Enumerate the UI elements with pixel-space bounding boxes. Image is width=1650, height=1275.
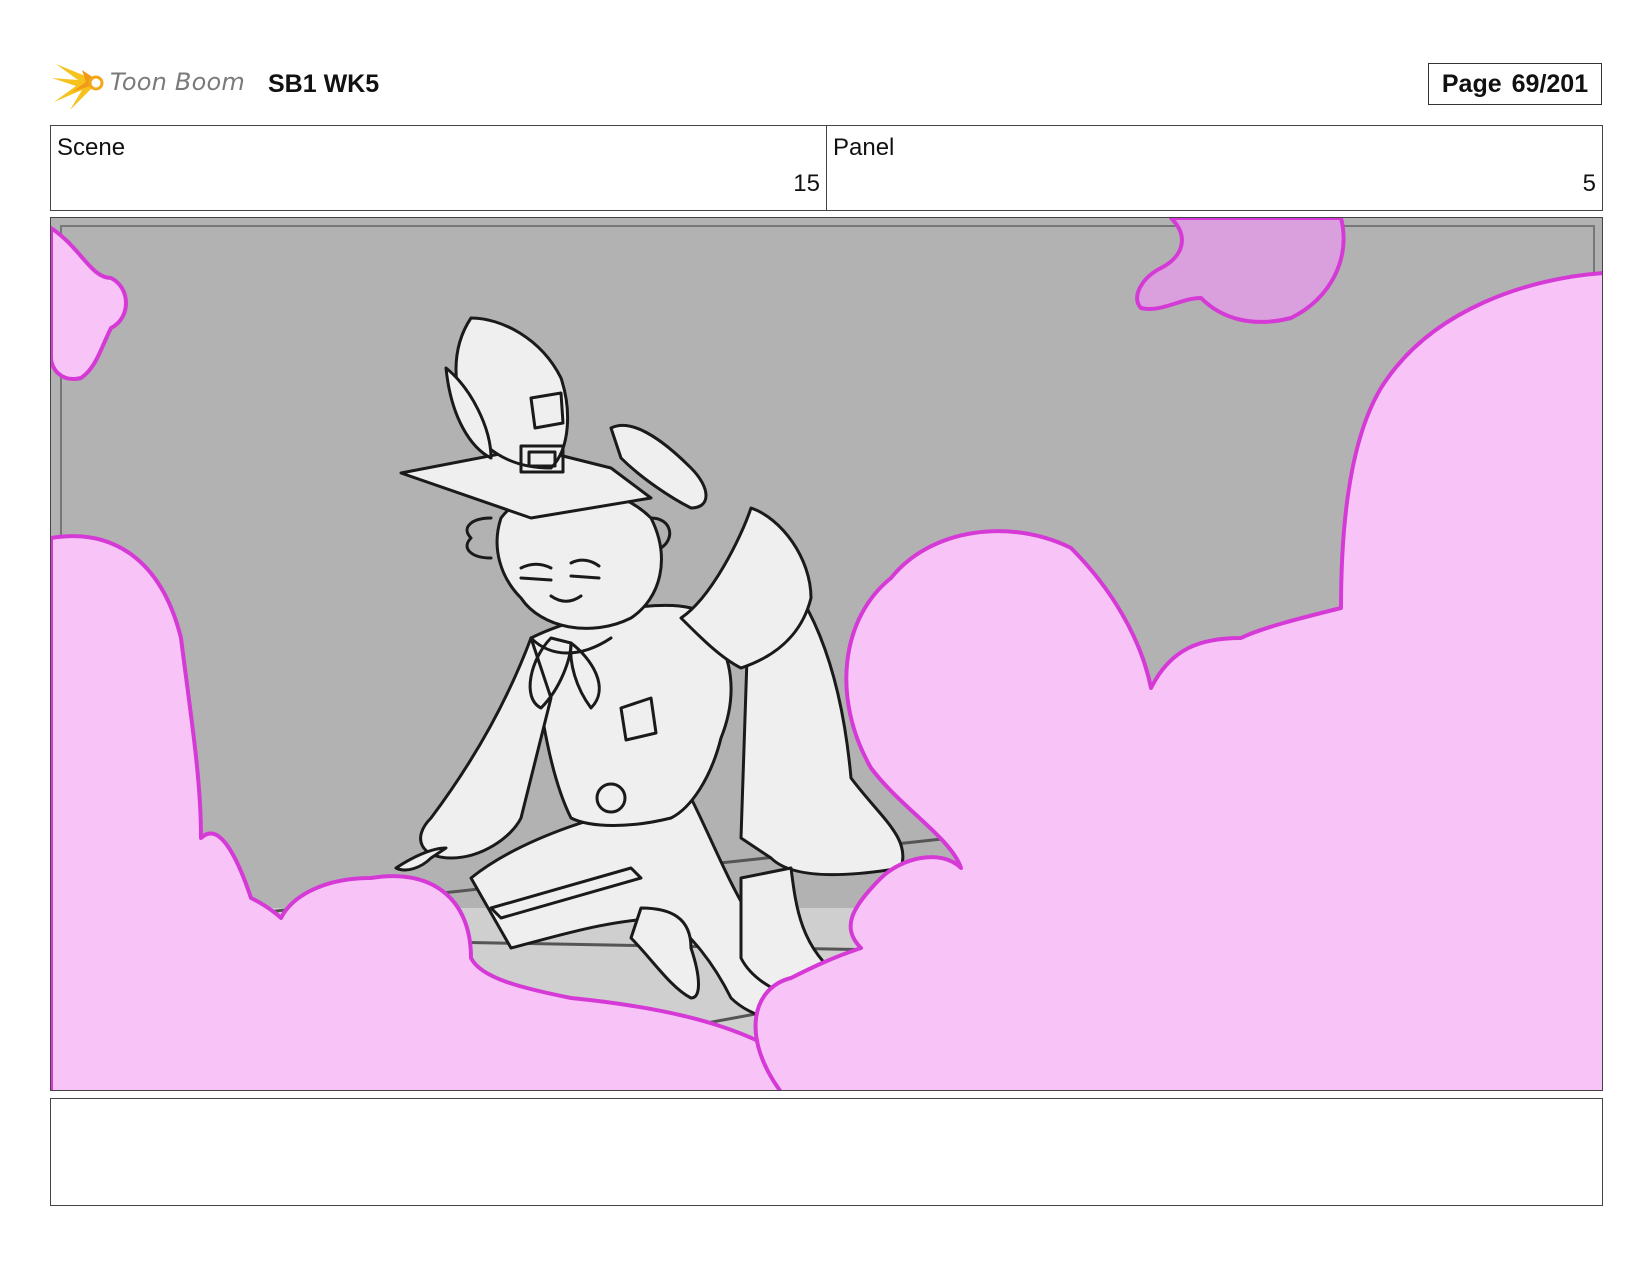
scene-cell: Scene 15 — [51, 126, 826, 210]
storyboard-drawing — [51, 218, 1602, 1090]
panel-cell: Panel 5 — [826, 126, 1602, 210]
page-number: 69/201 — [1511, 69, 1589, 98]
page-indicator: Page 69/201 — [1428, 63, 1602, 105]
storyboard-panel — [50, 217, 1603, 1091]
toon-boom-logo: Toon Boom — [52, 56, 252, 112]
starburst-icon — [52, 64, 104, 110]
project-title: SB1 WK5 — [268, 70, 380, 98]
action-notes-box — [50, 1098, 1603, 1206]
scene-number: 15 — [793, 170, 820, 197]
logo-text: Toon Boom — [110, 68, 245, 96]
scene-panel-row: Scene 15 Panel 5 — [50, 125, 1603, 211]
scene-label: Scene — [57, 134, 126, 161]
panel-number: 5 — [1582, 170, 1596, 197]
page-label: Page — [1441, 69, 1502, 98]
panel-label: Panel — [833, 134, 895, 161]
